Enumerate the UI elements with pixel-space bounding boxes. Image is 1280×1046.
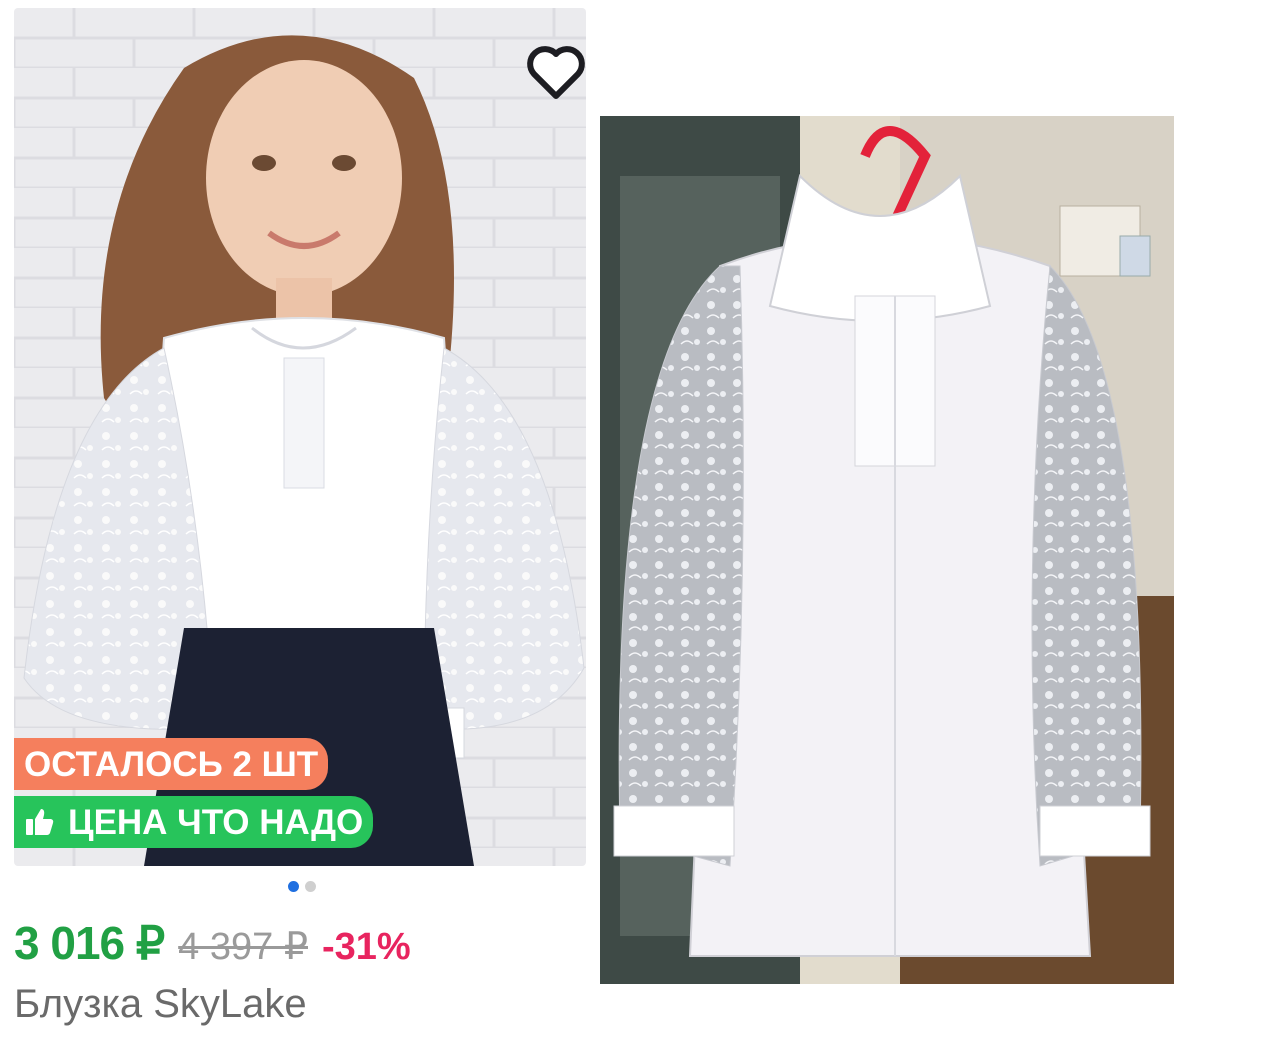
- product-title[interactable]: Блузка SkyLake: [14, 982, 307, 1027]
- discount-percent: -31%: [322, 926, 411, 968]
- carousel-indicator: [288, 881, 316, 892]
- carousel-dot[interactable]: [305, 881, 316, 892]
- price-row: 3 016 ₽ 4 397 ₽ -31%: [14, 916, 411, 970]
- customer-photo-illustration: [600, 116, 1174, 984]
- heart-outline-icon: [527, 46, 585, 99]
- stock-left-badge: ОСТАЛОСЬ 2 ШТ: [14, 738, 329, 790]
- favorite-button[interactable]: [520, 36, 592, 108]
- customer-photo[interactable]: [600, 116, 1174, 984]
- good-price-label: ЦЕНА ЧТО НАДО: [68, 802, 364, 842]
- old-price: 4 397 ₽: [178, 926, 308, 968]
- thumbs-up-icon: [26, 809, 54, 835]
- current-price: 3 016 ₽: [14, 917, 165, 969]
- carousel-dot-active[interactable]: [288, 881, 299, 892]
- good-price-badge: ЦЕНА ЧТО НАДО: [14, 796, 374, 848]
- stock-left-label: ОСТАЛОСЬ 2 ШТ: [24, 744, 319, 784]
